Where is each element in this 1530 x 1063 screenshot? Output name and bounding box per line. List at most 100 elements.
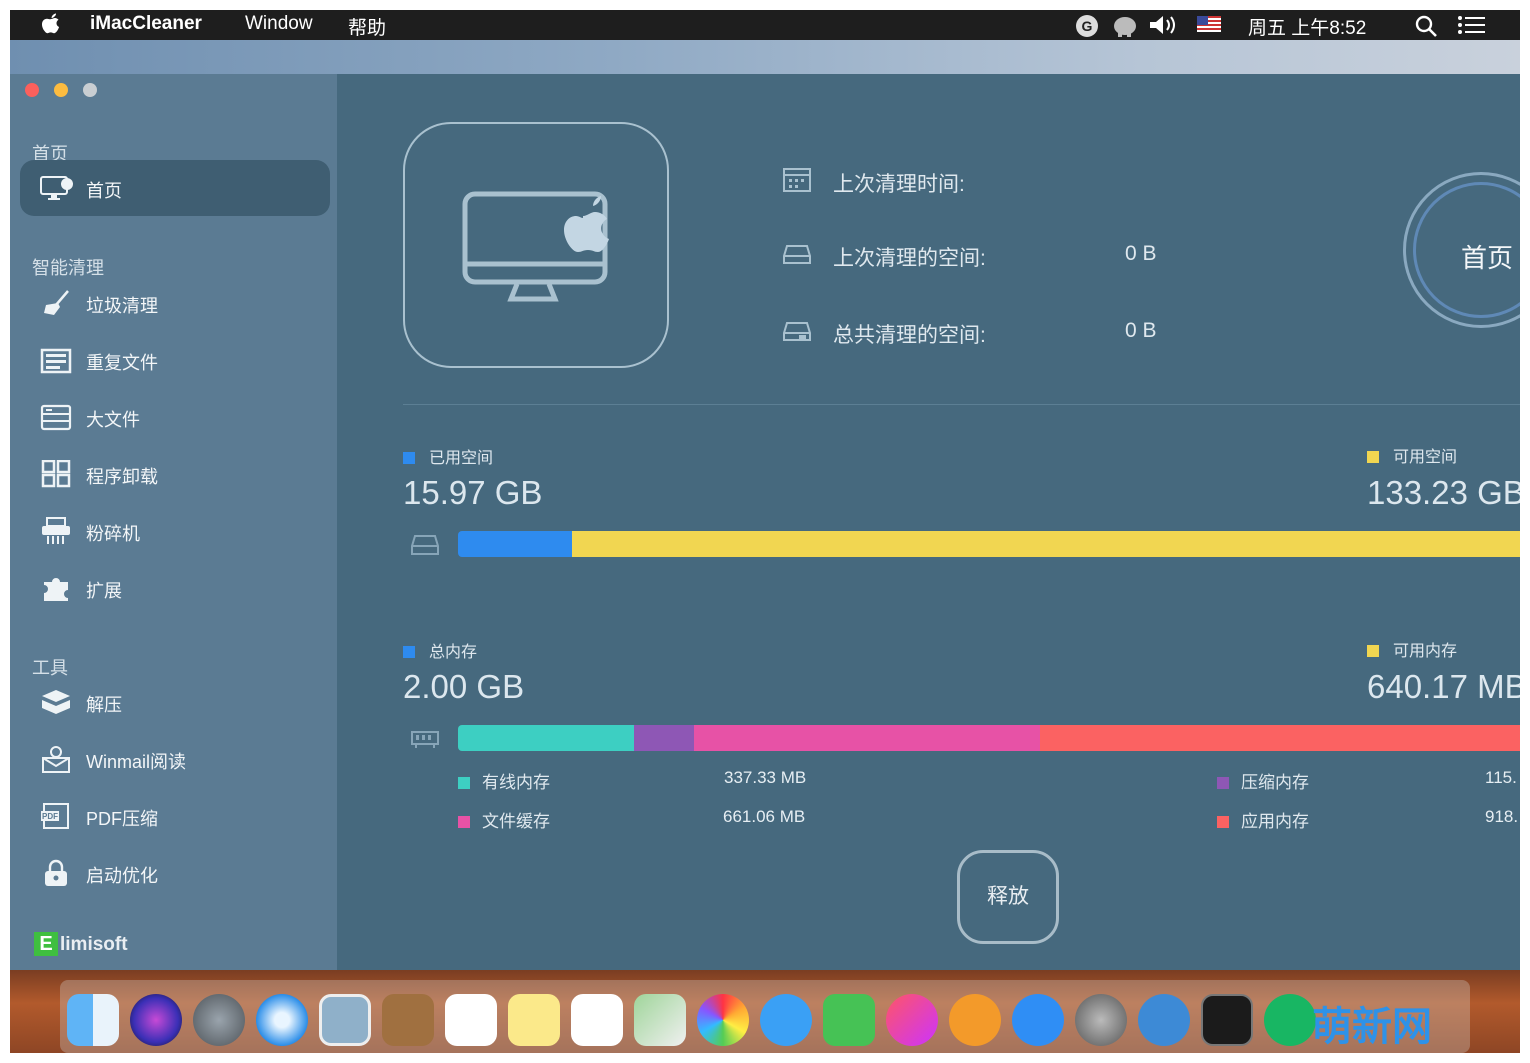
apple-menu-icon[interactable] bbox=[40, 12, 62, 42]
grammarly-app-icon[interactable] bbox=[1264, 994, 1316, 1046]
messages-icon[interactable] bbox=[760, 994, 812, 1046]
app-store-icon[interactable] bbox=[1012, 994, 1064, 1046]
sidebar-item-pdf-compress[interactable]: PDF PDF压缩 bbox=[20, 788, 330, 844]
sidebar: 首页 首页 智能清理 垃圾清理 重复文件 大文件 程序卸载 粉碎机 扩展 工具 … bbox=[10, 74, 337, 970]
memory-file-cache-segment bbox=[694, 725, 1040, 751]
disk-free-value: 133.23 GB bbox=[1367, 474, 1520, 511]
sidebar-item-label: 扩展 bbox=[86, 581, 122, 601]
zoom-window-button[interactable] bbox=[83, 83, 97, 97]
memory-app-segment bbox=[1040, 725, 1520, 751]
launchpad-icon[interactable] bbox=[193, 994, 245, 1046]
sidebar-item-extensions[interactable]: 扩展 bbox=[20, 560, 330, 616]
box-icon bbox=[42, 690, 70, 714]
large-file-icon bbox=[40, 404, 72, 431]
contacts-icon[interactable] bbox=[382, 994, 434, 1046]
ram-chip-icon bbox=[411, 731, 439, 748]
legend-swatch bbox=[1367, 645, 1379, 657]
sidebar-item-label: 粉碎机 bbox=[86, 524, 140, 544]
memory-total-value: 2.00 GB bbox=[403, 668, 525, 705]
siri-icon[interactable] bbox=[130, 994, 182, 1046]
legend-swatch bbox=[1367, 451, 1379, 463]
imac-icon bbox=[40, 176, 73, 200]
disk-used-value: 15.97 GB bbox=[403, 474, 543, 511]
sidebar-item-label: Winmail阅读 bbox=[86, 752, 187, 772]
sidebar-item-startup-optimize[interactable]: 启动优化 bbox=[20, 845, 330, 901]
legend-swatch bbox=[403, 646, 415, 658]
cleaner-app-icon[interactable] bbox=[1138, 994, 1190, 1046]
memory-total-label: 总内存 bbox=[429, 644, 478, 661]
app-window: 首页 首页 智能清理 垃圾清理 重复文件 大文件 程序卸载 粉碎机 扩展 工具 … bbox=[10, 74, 1520, 970]
sidebar-item-label: 重复文件 bbox=[86, 353, 158, 373]
release-button[interactable]: 释放 bbox=[957, 850, 1059, 944]
sidebar-item-shredder[interactable]: 粉碎机 bbox=[20, 503, 330, 559]
imac-apple-icon bbox=[462, 191, 609, 302]
app-menu[interactable]: iMacCleaner bbox=[90, 13, 202, 35]
gauge-label: 首页 bbox=[1461, 243, 1514, 273]
disk-used-label: 已用空间 bbox=[429, 450, 494, 467]
disk-icon bbox=[783, 245, 811, 264]
itunes-icon[interactable] bbox=[886, 994, 938, 1046]
sidebar-item-app-uninstall[interactable]: 程序卸载 bbox=[20, 446, 330, 502]
sidebar-item-junk-clean[interactable]: 垃圾清理 bbox=[20, 275, 330, 331]
memory-total-legend: 总内存 bbox=[403, 638, 477, 662]
memory-compressed-segment bbox=[634, 725, 694, 751]
maps-icon[interactable] bbox=[634, 994, 686, 1046]
sidebar-item-home[interactable]: 首页 bbox=[20, 160, 330, 216]
watermark-text: 萌新网 bbox=[1312, 1005, 1432, 1049]
pdf-icon: PDF bbox=[41, 803, 69, 829]
finder-icon[interactable] bbox=[67, 994, 119, 1046]
terminal-icon[interactable] bbox=[1201, 994, 1253, 1046]
memory-wired-label: 有线内存 bbox=[482, 773, 550, 792]
flag-us-icon[interactable] bbox=[1197, 16, 1221, 38]
disk-stack-icon bbox=[783, 322, 811, 341]
puzzle-icon bbox=[44, 578, 68, 601]
memory-free-legend: 可用内存 bbox=[1367, 637, 1457, 661]
reminders-icon[interactable] bbox=[571, 994, 623, 1046]
system-preferences-icon[interactable] bbox=[1075, 994, 1127, 1046]
legend-swatch bbox=[458, 777, 470, 789]
menubar-clock[interactable]: 周五 上午8:52 bbox=[1248, 13, 1366, 40]
elimisoft-logo: Elimisoft bbox=[34, 932, 128, 956]
sidebar-item-unzip[interactable]: 解压 bbox=[20, 674, 330, 730]
calendar-icon bbox=[783, 168, 811, 192]
sidebar-item-winmail-reader[interactable]: Winmail阅读 bbox=[20, 731, 330, 787]
legend-swatch bbox=[1217, 777, 1229, 789]
window-menu[interactable]: Window bbox=[245, 13, 313, 35]
memory-compressed-value: 115. bbox=[1485, 768, 1517, 787]
disk-usage-bar bbox=[458, 531, 1520, 557]
calendar-app-icon[interactable] bbox=[445, 994, 497, 1046]
total-clean-space-value: 0 B bbox=[1125, 319, 1157, 342]
last-clean-space-value: 0 B bbox=[1125, 242, 1157, 265]
total-clean-space-label: 总共清理的空间: bbox=[833, 324, 986, 347]
help-menu[interactable]: 帮助 bbox=[348, 13, 386, 40]
safari-icon[interactable] bbox=[256, 994, 308, 1046]
sidebar-item-large-files[interactable]: 大文件 bbox=[20, 389, 330, 445]
app-grid-icon bbox=[41, 460, 71, 488]
disk-free-label: 可用空间 bbox=[1393, 449, 1458, 466]
disk-used-legend: 已用空间 bbox=[403, 444, 493, 468]
desktop-wallpaper bbox=[10, 40, 1520, 74]
memory-wired-item: 有线内存 bbox=[458, 768, 550, 793]
main-panel: 上次清理时间: 上次清理的空间: 0 B 总共清理的空间: 0 B 首页 已用空… bbox=[337, 74, 1520, 970]
imac-logo-tile bbox=[403, 122, 669, 368]
disk-used-segment bbox=[458, 531, 572, 557]
memory-app-label: 应用内存 bbox=[1241, 812, 1309, 831]
sidebar-item-label: 大文件 bbox=[86, 410, 140, 430]
close-window-button[interactable] bbox=[25, 83, 39, 97]
memory-file-cache-value: 661.06 MB bbox=[723, 807, 806, 826]
sidebar-item-duplicate-files[interactable]: 重复文件 bbox=[20, 332, 330, 388]
memory-compressed-item: 压缩内存 bbox=[1217, 768, 1309, 793]
broom-icon bbox=[44, 290, 69, 315]
notes-icon[interactable] bbox=[508, 994, 560, 1046]
volume-icon[interactable] bbox=[1148, 14, 1182, 42]
notification-center-icon[interactable] bbox=[1458, 16, 1486, 40]
photos-icon[interactable] bbox=[697, 994, 749, 1046]
sidebar-item-label: PDF压缩 bbox=[86, 809, 158, 829]
ibooks-icon[interactable] bbox=[949, 994, 1001, 1046]
memory-app-value: 918. bbox=[1485, 807, 1519, 826]
mail-icon[interactable] bbox=[319, 994, 371, 1046]
minimize-window-button[interactable] bbox=[54, 83, 68, 97]
legend-swatch bbox=[458, 816, 470, 828]
facetime-icon[interactable] bbox=[823, 994, 875, 1046]
last-clean-space-label: 上次清理的空间: bbox=[833, 247, 986, 270]
